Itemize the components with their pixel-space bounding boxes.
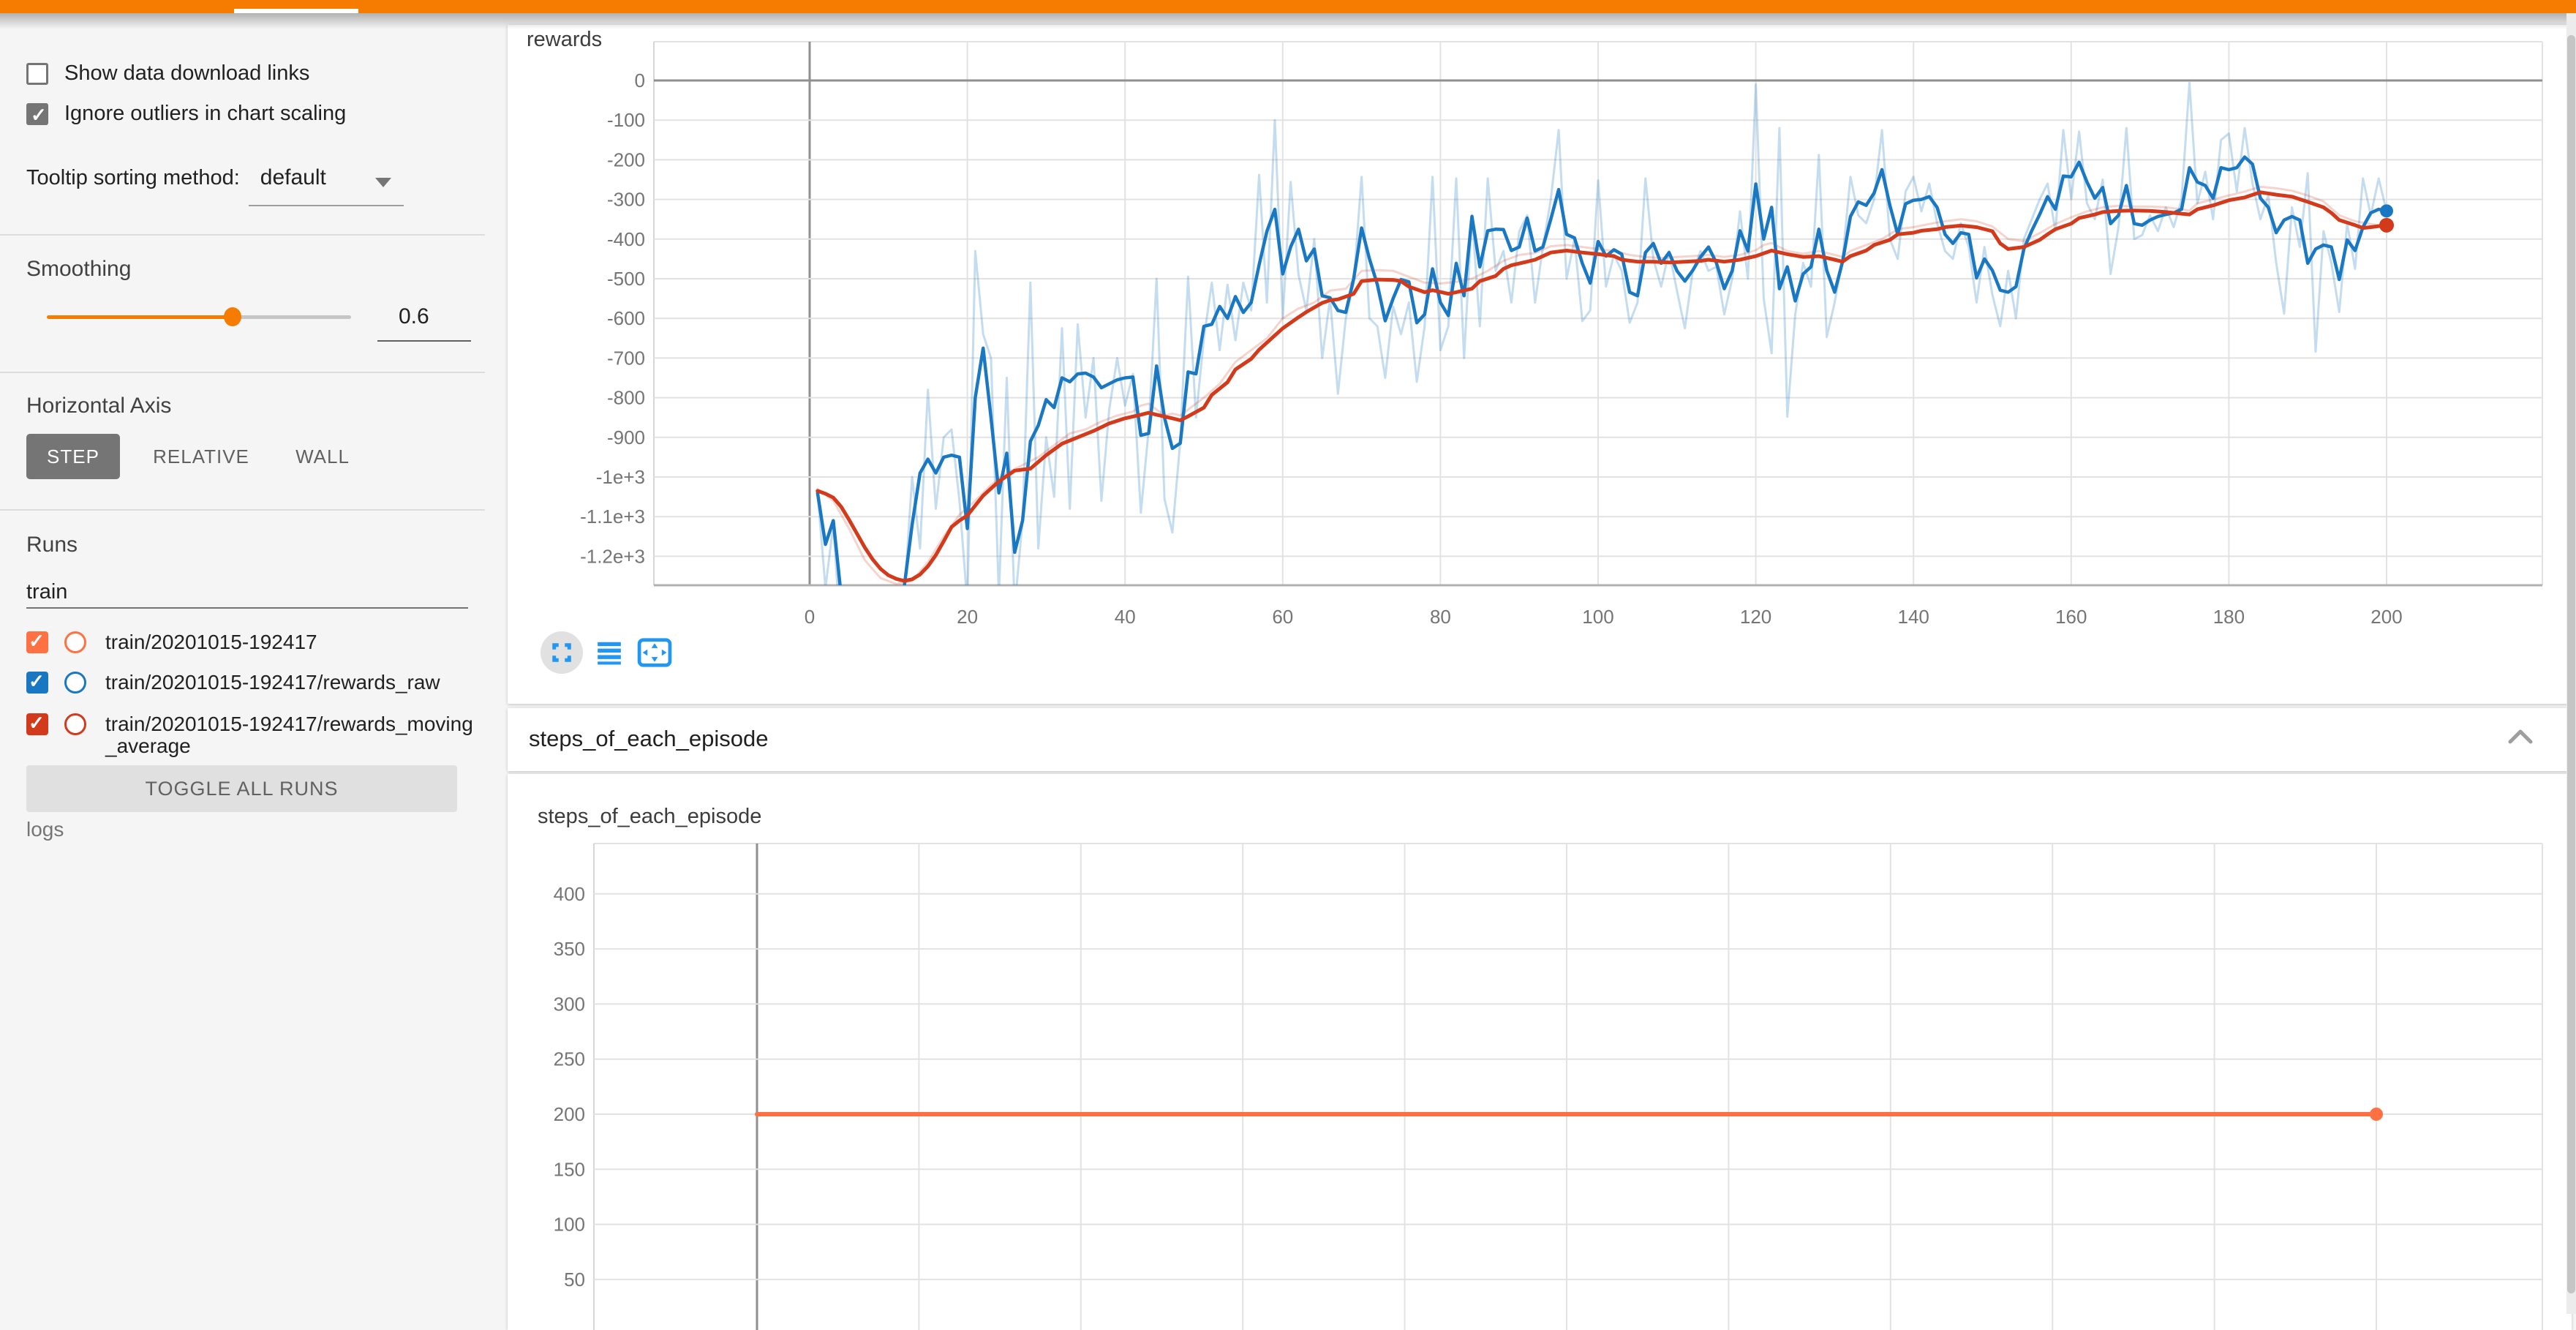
run-item[interactable]: ✓ train/20201015-192417 xyxy=(26,631,475,653)
rewards-card: rewards 0204060801001201401601802000-100… xyxy=(508,25,2572,704)
svg-text:180: 180 xyxy=(2213,606,2245,628)
fullscreen-icon xyxy=(549,640,574,665)
svg-text:0: 0 xyxy=(635,69,645,91)
bars-icon xyxy=(595,639,623,666)
run-checkbox[interactable]: ✓ xyxy=(26,631,48,653)
svg-text:-400: -400 xyxy=(607,228,645,250)
haxis-step-button[interactable]: STEP xyxy=(26,434,120,479)
svg-text:200: 200 xyxy=(2370,606,2402,628)
smoothing-value[interactable]: 0.6 xyxy=(399,304,429,329)
svg-text:400: 400 xyxy=(554,883,585,905)
rewards-chart[interactable]: 0 20 40 60 80 100 120 140 160 180 200 0 -100 -200 -300… xyxy=(508,25,2572,704)
svg-text:140: 140 xyxy=(1898,606,1929,628)
svg-text:40: 40 xyxy=(1115,606,1136,628)
data-series-button[interactable] xyxy=(593,636,625,669)
svg-text:100: 100 xyxy=(554,1214,585,1236)
run-label: train/20201015-192417/rewards_moving_ave… xyxy=(105,713,475,757)
slider-thumb[interactable] xyxy=(224,307,241,326)
fit-domain-button[interactable] xyxy=(636,636,674,669)
chart-toolbar xyxy=(541,628,684,677)
check-icon: ✓ xyxy=(31,104,47,127)
run-checkbox[interactable]: ✓ xyxy=(26,672,48,694)
header-bar xyxy=(0,0,2576,13)
svg-text:-700: -700 xyxy=(607,347,645,369)
svg-text:60: 60 xyxy=(1272,606,1293,628)
horizontal-axis-toggle: STEP RELATIVE WALL xyxy=(26,434,363,479)
haxis-wall-button[interactable]: WALL xyxy=(282,434,363,479)
run-item[interactable]: ✓ train/20201015-192417/rewards_raw xyxy=(26,672,475,694)
svg-text:-100: -100 xyxy=(607,109,645,131)
svg-text:100: 100 xyxy=(1582,606,1613,628)
check-icon: ✓ xyxy=(29,670,45,693)
tooltip-sort-value[interactable]: default xyxy=(260,165,326,190)
steps-section-title: steps_of_each_episode xyxy=(529,726,768,752)
run-radio[interactable] xyxy=(64,672,86,694)
fit-domain-icon xyxy=(637,638,672,667)
run-label: train/20201015-192417 xyxy=(105,631,475,653)
fullscreen-button[interactable] xyxy=(541,631,583,674)
svg-text:300: 300 xyxy=(554,993,585,1015)
slider-track-empty xyxy=(233,315,351,319)
svg-text:0: 0 xyxy=(805,606,815,628)
show-download-links-row: Show data download links xyxy=(26,61,309,86)
show-download-links-checkbox[interactable] xyxy=(26,63,48,85)
svg-text:80: 80 xyxy=(1430,606,1451,628)
horizontal-axis-title: Horizontal Axis xyxy=(26,394,171,418)
svg-text:-600: -600 xyxy=(607,307,645,329)
svg-text:350: 350 xyxy=(554,938,585,960)
show-download-links-label: Show data download links xyxy=(64,61,309,86)
slider-track-filled xyxy=(47,315,233,319)
smoothing-title: Smoothing xyxy=(26,257,131,282)
tooltip-sort-label: Tooltip sorting method: xyxy=(26,166,240,190)
settings-sidebar: Show data download links ✓ Ignore outlie… xyxy=(0,13,485,1314)
collapse-chevron-icon[interactable] xyxy=(2507,727,2534,746)
svg-text:-300: -300 xyxy=(607,189,645,211)
check-icon: ✓ xyxy=(29,712,45,734)
divider xyxy=(0,234,485,236)
svg-text:-1.2e+3: -1.2e+3 xyxy=(580,545,645,567)
svg-text:120: 120 xyxy=(1740,606,1771,628)
svg-text:-500: -500 xyxy=(607,268,645,290)
run-label: train/20201015-192417/rewards_raw xyxy=(105,672,475,694)
tooltip-sort-row: Tooltip sorting method: default xyxy=(26,165,326,190)
runs-title: Runs xyxy=(26,533,78,557)
svg-text:-900: -900 xyxy=(607,427,645,448)
divider xyxy=(0,509,485,511)
svg-text:160: 160 xyxy=(2055,606,2087,628)
toggle-all-runs-button[interactable]: TOGGLE ALL RUNS xyxy=(26,765,457,812)
page-scrollbar[interactable] xyxy=(2566,13,2576,1314)
svg-text:200: 200 xyxy=(554,1103,585,1125)
logs-link[interactable]: logs xyxy=(26,818,64,841)
haxis-relative-button[interactable]: RELATIVE xyxy=(139,434,263,479)
svg-text:250: 250 xyxy=(554,1048,585,1070)
page-scrollbar-thumb[interactable] xyxy=(2567,35,2575,1293)
steps-chart-card: steps_of_each_episode 400350300250200150… xyxy=(508,774,2572,1330)
tooltip-dropdown-underline xyxy=(249,205,404,206)
run-radio[interactable] xyxy=(64,631,86,653)
svg-text:20: 20 xyxy=(957,606,978,628)
tensorboard-app: { "header": {"accent_color": "#f57c00"},… xyxy=(0,0,2576,1314)
svg-text:-1e+3: -1e+3 xyxy=(596,466,645,488)
steps-chart[interactable]: 400 350 300 250 200 150 100 50 xyxy=(508,774,2572,1330)
steps-section-header[interactable]: steps_of_each_episode xyxy=(508,708,2572,771)
svg-text:50: 50 xyxy=(564,1269,585,1290)
svg-text:150: 150 xyxy=(554,1158,585,1180)
active-tab-indicator xyxy=(234,9,358,13)
ignore-outliers-row: ✓ Ignore outliers in chart scaling xyxy=(26,102,346,126)
smoothing-value-underline xyxy=(377,340,471,342)
svg-text:-200: -200 xyxy=(607,149,645,170)
ignore-outliers-label: Ignore outliers in chart scaling xyxy=(64,102,346,126)
ignore-outliers-checkbox[interactable]: ✓ xyxy=(26,103,48,125)
dropdown-arrow-icon[interactable] xyxy=(375,178,391,187)
run-radio[interactable] xyxy=(64,713,86,735)
run-checkbox[interactable]: ✓ xyxy=(26,713,48,735)
run-item[interactable]: ✓ train/20201015-192417/rewards_moving_a… xyxy=(26,713,475,757)
divider xyxy=(0,372,485,373)
runs-filter-input[interactable] xyxy=(26,580,451,604)
check-icon: ✓ xyxy=(29,630,45,653)
svg-text:-1.1e+3: -1.1e+3 xyxy=(580,506,645,527)
runs-input-underline xyxy=(26,607,468,609)
svg-text:-800: -800 xyxy=(607,387,645,409)
